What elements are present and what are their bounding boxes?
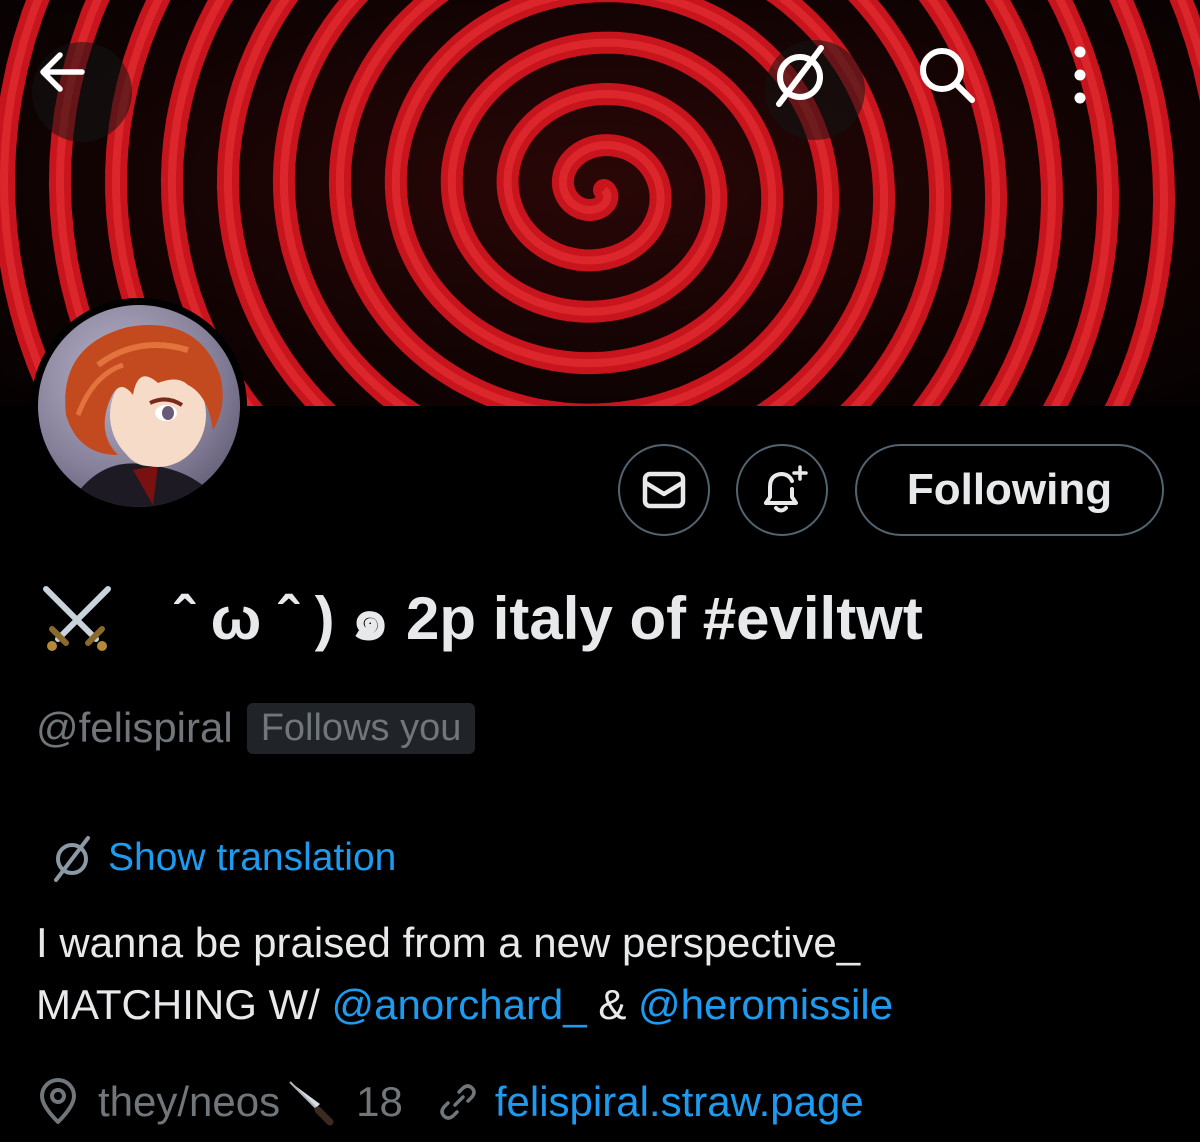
bio-line-2: MATCHING W/ @anorchard_ & @heromissile bbox=[36, 974, 1176, 1036]
mail-icon bbox=[642, 471, 686, 509]
bell-plus-icon bbox=[764, 465, 808, 513]
message-button[interactable] bbox=[618, 444, 710, 536]
translate-icon bbox=[776, 45, 824, 107]
translate-icon bbox=[54, 836, 90, 882]
follows-you-badge: Follows you bbox=[246, 702, 476, 754]
more-vertical-icon bbox=[1074, 46, 1086, 104]
following-button[interactable]: Following bbox=[855, 444, 1164, 536]
age-text: 18 bbox=[356, 1078, 403, 1125]
profile-meta: they/neos 18 felispiral.straw.page bbox=[36, 1070, 864, 1134]
crossed-swords-icon bbox=[43, 586, 111, 651]
mention-link[interactable]: @heromissile bbox=[638, 981, 893, 1028]
knife-icon bbox=[289, 1081, 334, 1126]
back-button[interactable] bbox=[32, 42, 132, 142]
mention-link[interactable]: @anorchard_ bbox=[332, 981, 587, 1028]
bio-text: MATCHING W/ bbox=[36, 981, 332, 1028]
search-button[interactable] bbox=[912, 40, 1012, 140]
display-name: ˆ ω ˆ ) ๑ 2p italy of #eviltwt bbox=[36, 578, 1176, 658]
avatar-image bbox=[38, 305, 240, 507]
bio-line-1: I wanna be praised from a new perspectiv… bbox=[36, 919, 861, 966]
show-translation-label[interactable]: Show translation bbox=[108, 836, 396, 880]
website-item[interactable]: felispiral.straw.page bbox=[437, 1078, 864, 1126]
link-icon bbox=[440, 1084, 476, 1120]
profile-bio: I wanna be praised from a new perspectiv… bbox=[36, 912, 1176, 1036]
arrow-left-icon bbox=[40, 52, 85, 92]
location-item: they/neos bbox=[36, 1078, 280, 1126]
show-translation-link[interactable]: Show translation bbox=[46, 830, 396, 886]
handle-row: @felispiral Follows you bbox=[36, 698, 476, 758]
notify-button[interactable] bbox=[736, 444, 828, 536]
website-link[interactable]: felispiral.straw.page bbox=[495, 1078, 864, 1126]
username-handle: @felispiral bbox=[36, 704, 233, 751]
location-text: they/neos bbox=[98, 1078, 281, 1125]
translate-button[interactable] bbox=[765, 40, 865, 140]
search-icon bbox=[920, 48, 975, 103]
location-pin-icon bbox=[40, 1078, 76, 1124]
more-options-button[interactable] bbox=[1060, 40, 1160, 140]
bio-separator: & bbox=[586, 981, 639, 1028]
display-name-text: ˆ ω ˆ ) ๑ 2p italy of #eviltwt bbox=[174, 584, 923, 652]
profile-avatar[interactable] bbox=[31, 298, 247, 514]
age-item: 18 bbox=[286, 1078, 403, 1126]
